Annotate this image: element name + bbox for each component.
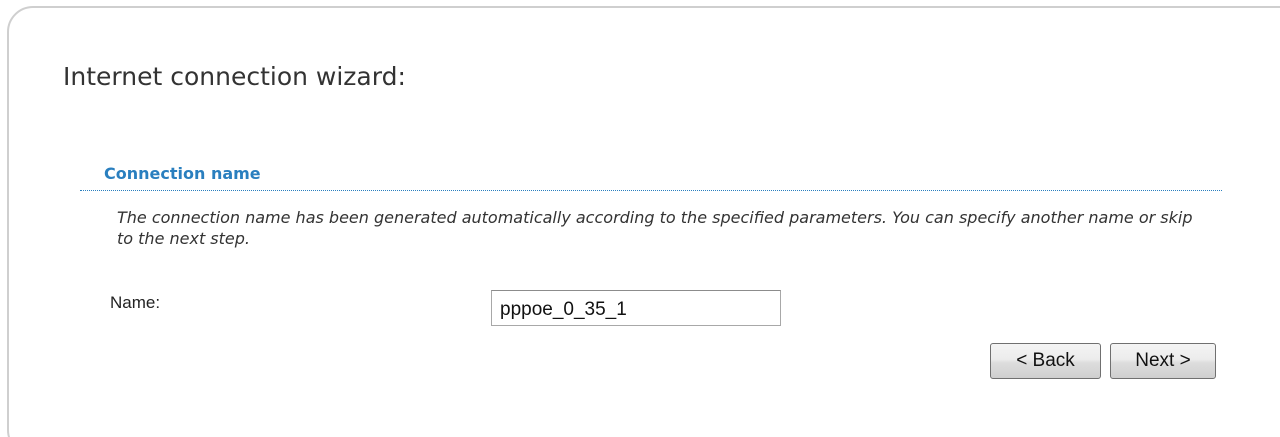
name-label: Name: xyxy=(110,293,161,312)
back-button[interactable]: < Back xyxy=(990,343,1101,379)
section-divider xyxy=(80,190,1222,191)
connection-name-input[interactable] xyxy=(491,290,781,326)
section-title: Connection name xyxy=(104,164,261,183)
page-title: Internet connection wizard: xyxy=(63,62,406,91)
section-description: The connection name has been generated a… xyxy=(117,208,1193,248)
next-button[interactable]: Next > xyxy=(1110,343,1216,379)
